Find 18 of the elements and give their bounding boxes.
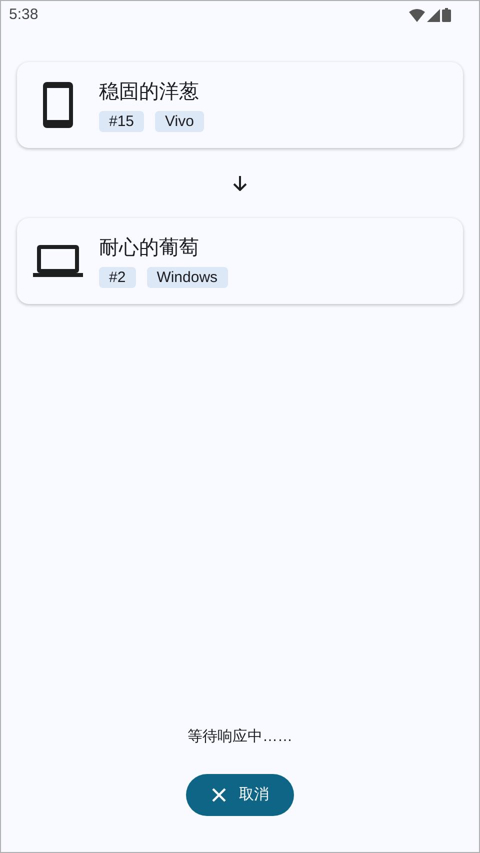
phone-icon (43, 82, 73, 128)
laptop-icon (33, 244, 83, 278)
device-tag: Vivo (155, 110, 204, 132)
device-card[interactable]: 稳固的洋葱 #15 Vivo (17, 62, 463, 148)
device-tag: #2 (99, 266, 136, 288)
status-time: 5:38 (9, 4, 38, 25)
device-name: 稳固的洋葱 (99, 80, 200, 104)
device-tag: #15 (99, 110, 144, 132)
status-message: 等待响应中…… (188, 726, 292, 746)
device-card[interactable]: 耐心的葡萄 #2 Windows (17, 218, 463, 304)
device-name: 耐心的葡萄 (99, 236, 200, 260)
battery-icon (442, 8, 451, 22)
close-icon (211, 787, 227, 803)
device-tag: Windows (146, 266, 228, 288)
signal-icon (427, 8, 440, 22)
down-arrow-icon (232, 175, 248, 191)
cancel-button[interactable]: 取消 (186, 774, 294, 816)
wifi-icon (409, 8, 425, 22)
